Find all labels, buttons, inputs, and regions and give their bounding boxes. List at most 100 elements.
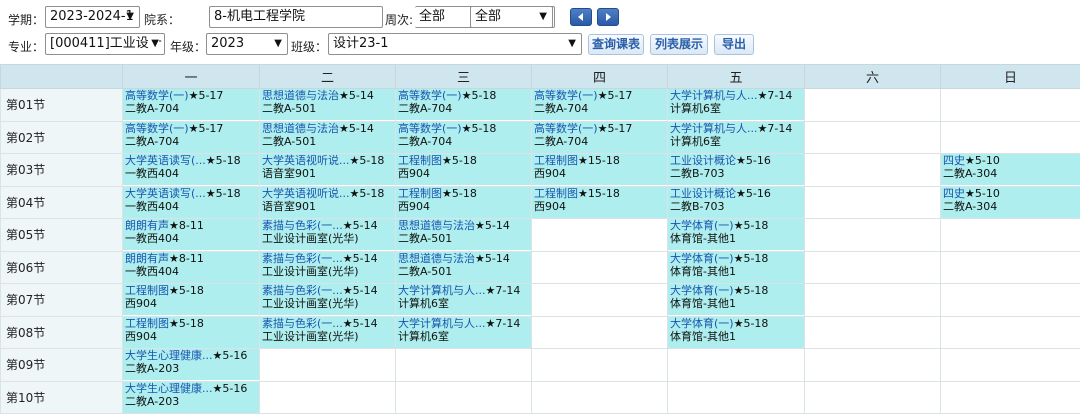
- course-name-link[interactable]: 思想道德与法治: [398, 252, 475, 265]
- course-room: 二教A-203: [125, 362, 180, 375]
- course-name-link[interactable]: 高等数学(一): [125, 122, 189, 135]
- course-name-link[interactable]: 大学英语读写(...: [125, 187, 206, 200]
- query-schedule-button[interactable]: 查询课表: [588, 34, 644, 55]
- course-weeks: ★5-18: [442, 186, 477, 200]
- course-block: 高等数学(一)★5-17 二教A-704: [123, 89, 259, 120]
- course-name-link[interactable]: 大学生心理健康...: [125, 349, 213, 362]
- schedule-cell: [531, 315, 668, 349]
- course-name-link[interactable]: 大学英语读写(...: [125, 154, 206, 167]
- course-block: 工程制图★5-18 西904: [396, 154, 531, 185]
- course-name-link[interactable]: 高等数学(一): [398, 89, 462, 102]
- schedule-cell: 大学英语读写(...★5-18 一教西404: [122, 153, 260, 187]
- course-name-link[interactable]: 工程制图: [534, 187, 578, 200]
- department-select[interactable]: 8-机电工程学院: [209, 6, 383, 28]
- course-room: 二教A-704: [125, 134, 180, 148]
- course-name-link[interactable]: 高等数学(一): [534, 89, 598, 102]
- chevron-down-icon: ▼: [274, 38, 282, 49]
- course-block: 大学体育(一)★5-18 体育馆-其他1: [668, 316, 804, 348]
- course-name-link[interactable]: 素描与色彩(一...: [262, 317, 343, 330]
- next-week-button[interactable]: [597, 8, 619, 26]
- schedule-cell: 朗朗有声★8-11 一教西404: [122, 250, 260, 284]
- course-name-link[interactable]: 大学英语视听说...: [262, 187, 350, 200]
- chevron-down-icon: ▼: [539, 11, 547, 22]
- course-block: 素描与色彩(一...★5-14 工业设计画室(光华): [260, 219, 395, 250]
- day-header: 日: [940, 64, 1080, 89]
- course-name-link[interactable]: 大学计算机与人...: [398, 317, 486, 330]
- course-name-link[interactable]: 思想道德与法治: [262, 122, 339, 135]
- course-name-link[interactable]: 工业设计概论: [670, 187, 736, 200]
- course-name-link[interactable]: 大学计算机与人...: [670, 89, 758, 102]
- course-name-link[interactable]: 素描与色彩(一...: [262, 284, 343, 297]
- schedule-cell: 大学计算机与人...★7-14 计算机6室: [667, 120, 805, 154]
- course-block: 大学计算机与人...★7-14 计算机6室: [668, 121, 804, 153]
- day-header: 三: [395, 64, 532, 89]
- course-name-link[interactable]: 大学生心理健康...: [125, 382, 213, 395]
- schedule-cell: 大学生心理健康...★5-16 二教A-203: [122, 348, 260, 382]
- schedule-cell: [531, 250, 668, 284]
- schedule-cell: [804, 218, 941, 252]
- course-room: 工业设计画室(光华): [262, 232, 359, 245]
- course-block: 大学体育(一)★5-18 体育馆-其他1: [668, 284, 804, 315]
- department-label: 院系：: [144, 13, 181, 27]
- course-weeks: ★5-18: [733, 219, 769, 232]
- course-weeks: ★5-14: [342, 316, 378, 330]
- course-weeks: ★5-18: [733, 284, 769, 297]
- course-name-link[interactable]: 思想道德与法治: [262, 89, 339, 102]
- course-name-link[interactable]: 朗朗有声: [125, 219, 169, 232]
- course-block: 高等数学(一)★5-17 二教A-704: [123, 121, 259, 153]
- schedule-cell: 大学体育(一)★5-18 体育馆-其他1: [667, 250, 805, 284]
- course-name-link[interactable]: 工程制图: [398, 187, 442, 200]
- course-name-link[interactable]: 工程制图: [398, 154, 442, 167]
- period-label: 第05节: [0, 218, 123, 252]
- schedule-cell: 工程制图★5-18 西904: [395, 153, 532, 187]
- course-block: 大学英语读写(...★5-18 一教西404: [123, 154, 259, 185]
- course-weeks: ★5-16: [736, 186, 771, 200]
- course-name-link[interactable]: 素描与色彩(一...: [262, 252, 343, 265]
- course-name-link[interactable]: 大学计算机与人...: [398, 284, 486, 297]
- course-name-link[interactable]: 工程制图: [534, 154, 578, 167]
- major-value: [000411]工业设计: [50, 36, 162, 51]
- grade-select[interactable]: 2023 ▼: [206, 33, 288, 55]
- course-name-link[interactable]: 朗朗有声: [125, 252, 169, 265]
- course-room: 计算机6室: [670, 134, 721, 148]
- export-button[interactable]: 导出: [714, 34, 754, 55]
- timetable-row: 第05节 朗朗有声★8-11 一教西404 素描与色彩(一...★5-14 工业设计画室…: [0, 218, 1080, 252]
- course-name-link[interactable]: 四史: [943, 187, 965, 200]
- course-name-link[interactable]: 大学体育(一): [670, 284, 734, 297]
- course-name-link[interactable]: 大学计算机与人...: [670, 122, 758, 135]
- course-name-link[interactable]: 四史: [943, 154, 965, 167]
- course-weeks: ★5-18: [461, 89, 497, 102]
- week-select-box[interactable]: 全部 ▼: [470, 6, 553, 28]
- course-block: 大学体育(一)★5-18 体育馆-其他1: [668, 219, 804, 250]
- list-view-button[interactable]: 列表展示: [650, 34, 708, 55]
- schedule-cell: 大学计算机与人...★7-14 计算机6室: [395, 283, 532, 317]
- course-name-link[interactable]: 大学英语视听说...: [262, 154, 350, 167]
- timetable-row: 第09节 大学生心理健康...★5-16 二教A-203: [0, 348, 1080, 382]
- previous-week-button[interactable]: [570, 8, 592, 26]
- schedule-cell: 素描与色彩(一...★5-14 工业设计画室(光华): [259, 315, 396, 349]
- course-name-link[interactable]: 工程制图: [125, 317, 169, 330]
- course-name-link[interactable]: 大学体育(一): [670, 219, 734, 232]
- class-select[interactable]: 设计23-1 ▼: [328, 33, 582, 55]
- week-label: 周次:: [385, 13, 414, 27]
- course-weeks: ★5-10: [965, 154, 1000, 167]
- course-name-link[interactable]: 高等数学(一): [125, 89, 189, 102]
- course-name-link[interactable]: 高等数学(一): [534, 122, 598, 135]
- course-name-link[interactable]: 工程制图: [125, 284, 169, 297]
- day-header-row: 一 二 三 四 五 六 日: [0, 64, 1080, 89]
- course-block: 高等数学(一)★5-18 二教A-704: [396, 89, 531, 120]
- course-name-link[interactable]: 工业设计概论: [670, 154, 736, 167]
- course-room: 工业设计画室(光华): [262, 297, 359, 310]
- schedule-cell: 大学生心理健康...★5-16 二教A-203: [122, 380, 260, 414]
- course-name-link[interactable]: 高等数学(一): [398, 122, 462, 135]
- course-room: 二教A-304: [943, 199, 998, 213]
- major-select[interactable]: [000411]工业设计 ▼: [45, 33, 165, 55]
- course-name-link[interactable]: 思想道德与法治: [398, 219, 475, 232]
- course-weeks: ★5-17: [188, 89, 224, 102]
- course-name-link[interactable]: 素描与色彩(一...: [262, 219, 343, 232]
- schedule-cell: [940, 250, 1080, 284]
- course-name-link[interactable]: 大学体育(一): [670, 252, 734, 265]
- course-name-link[interactable]: 大学体育(一): [670, 317, 734, 330]
- term-select[interactable]: 2023-2024-1 ▼: [45, 6, 140, 28]
- schedule-cell: [804, 88, 941, 122]
